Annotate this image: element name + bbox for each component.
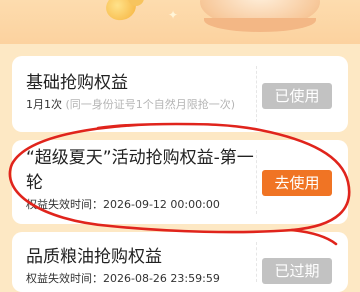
- benefit-limit: 1月1次 (同一身份证号1个自然月限抢一次): [26, 98, 235, 112]
- used-button[interactable]: 已使用: [262, 83, 332, 109]
- card-divider: [256, 150, 257, 214]
- benefit-card-summer: “超级夏天”活动抢购权益-第一 轮 权益失效时间：2026-09-12 00:0…: [12, 140, 348, 224]
- benefit-expiry: 权益失效时间：2026-08-26 23:59:59: [26, 272, 220, 285]
- benefit-card-basic: 基础抢购权益 1月1次 (同一身份证号1个自然月限抢一次) 已使用: [12, 56, 348, 132]
- benefit-title-line-1: “超级夏天”活动抢购权益-第一: [26, 148, 254, 168]
- sparkle-icon: ✦: [168, 8, 179, 22]
- card-divider: [256, 66, 257, 122]
- benefit-card-grain-oil: 品质粮油抢购权益 权益失效时间：2026-08-26 23:59:59 已过期: [12, 232, 348, 292]
- benefit-card-body: 品质粮油抢购权益 权益失效时间：2026-08-26 23:59:59: [12, 232, 256, 292]
- promo-banner: ✦: [0, 0, 360, 44]
- use-now-button[interactable]: 去使用: [262, 170, 332, 196]
- expired-button[interactable]: 已过期: [262, 258, 332, 284]
- benefit-expiry: 权益失效时间：2026-09-12 00:00:00: [26, 198, 220, 211]
- benefit-limit-main: 1月1次: [26, 98, 62, 111]
- podium-base-illustration: [204, 18, 316, 32]
- benefit-limit-note: (同一身份证号1个自然月限抢一次): [65, 98, 236, 111]
- card-divider: [256, 242, 257, 282]
- benefit-title: 品质粮油抢购权益: [26, 247, 162, 267]
- benefit-card-body: 基础抢购权益 1月1次 (同一身份证号1个自然月限抢一次): [12, 56, 256, 132]
- benefit-card-body: “超级夏天”活动抢购权益-第一 轮 权益失效时间：2026-09-12 00:0…: [12, 140, 256, 224]
- benefit-title: 基础抢购权益: [26, 73, 128, 93]
- benefit-title-line-2: 轮: [26, 173, 43, 193]
